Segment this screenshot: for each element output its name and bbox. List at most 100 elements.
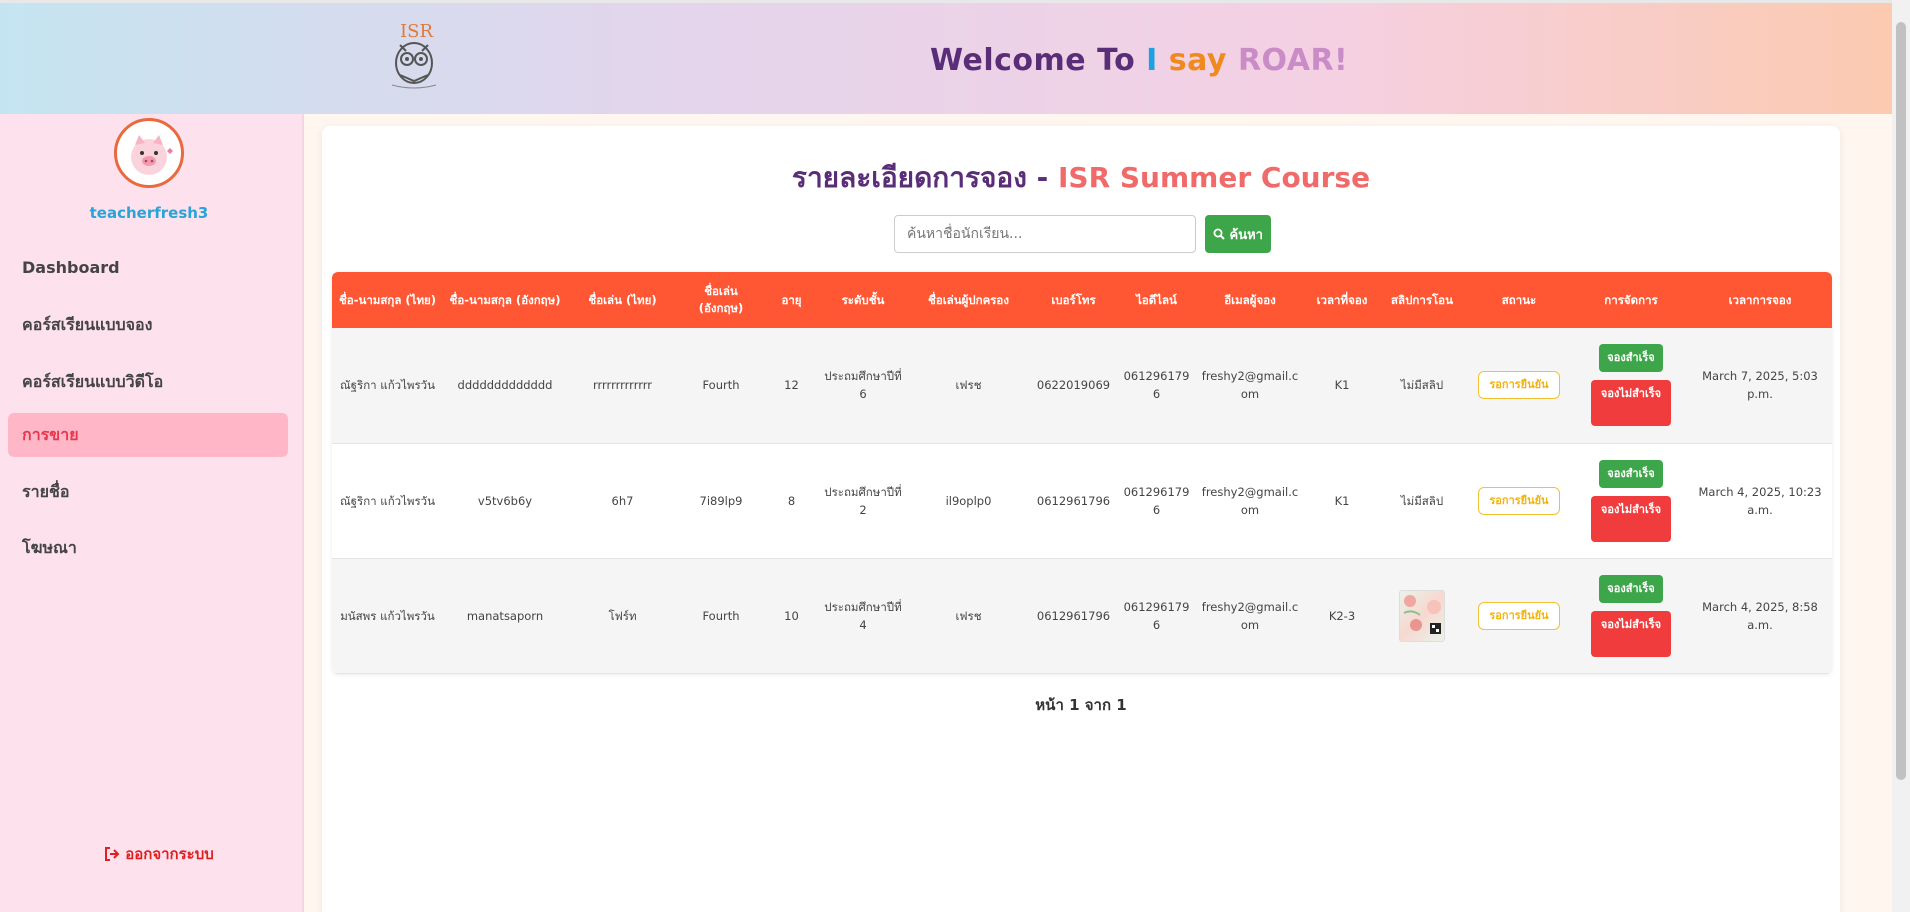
- sidebar-item-booking-courses[interactable]: คอร์สเรียนแบบจอง: [8, 303, 288, 347]
- cell-age: 12: [784, 378, 799, 393]
- welcome-heading: Welcome To I say ROAR!: [930, 43, 1348, 78]
- col-actions: การจัดการ: [1604, 292, 1658, 307]
- cell-slot: K1: [1334, 378, 1350, 393]
- table-row: ณัฐริกา แก้วไพรวัน v5tv6b6y 6h7 7i89lp9 …: [332, 443, 1832, 558]
- col-name-th: ชื่อ-นามสกุล (ไทย): [338, 292, 437, 307]
- cell-slot: K1: [1334, 493, 1350, 508]
- sidebar-item-sales[interactable]: การขาย: [8, 413, 288, 457]
- cell-nick-en: 7i89lp9: [699, 493, 743, 508]
- page-title: รายละเอียดการจอง - ISR Summer Course: [322, 156, 1840, 200]
- cell-level: ประถมศึกษาปีที่ 6: [824, 369, 902, 402]
- search-button[interactable]: ค้นหา: [1205, 215, 1271, 253]
- cell-slip: [1380, 558, 1464, 673]
- col-slip: สลิปการโอน: [1391, 292, 1453, 307]
- welcome-roar: ROAR!: [1237, 43, 1349, 78]
- cell-phone: 0622019069: [1036, 378, 1111, 393]
- isr-logo[interactable]: ISR: [380, 17, 452, 93]
- col-age: อายุ: [781, 292, 802, 307]
- top-header: ISR Welcome To I say ROAR!: [0, 0, 1892, 114]
- cell-booked-at: March 4, 2025, 8:58 a.m.: [1702, 599, 1818, 632]
- cell-email: freshy2@gmail.com: [1201, 369, 1299, 402]
- sidebar-item-names[interactable]: รายชื่อ: [8, 470, 288, 514]
- scrollbar-thumb[interactable]: [1896, 22, 1906, 780]
- cell-line-id: 0612961796: [1123, 599, 1190, 632]
- search-button-label: ค้นหา: [1229, 227, 1263, 243]
- sidebar-item-dashboard[interactable]: Dashboard: [8, 246, 288, 290]
- welcome-say: say: [1157, 43, 1238, 78]
- cell-name-th: มนัสพร แก้วไพรวัน: [340, 608, 435, 623]
- cell-phone: 0612961796: [1036, 493, 1111, 508]
- booking-details-card: รายละเอียดการจอง - ISR Summer Course ค้น…: [322, 126, 1840, 912]
- status-badge: รอการยืนยัน: [1478, 371, 1560, 400]
- cell-nick-en: Fourth: [702, 608, 740, 623]
- cell-nick-th: 6h7: [611, 493, 634, 508]
- col-email: อีเมลผู้จอง: [1224, 292, 1276, 307]
- cell-name-en: manatsaporn: [466, 608, 544, 623]
- cell-actions: จองสำเร็จ จองไม่สำเร็จ: [1574, 443, 1688, 558]
- logout-button[interactable]: ออกจากระบบ: [104, 842, 214, 866]
- table-row: ณัฐริกา แก้วไพรวัน ddddddddddddd rrrrrrr…: [332, 328, 1832, 443]
- booking-table: ชื่อ-นามสกุล (ไทย) ชื่อ-นามสกุล (อังกฤษ)…: [332, 272, 1832, 674]
- col-nick-en: ชื่อเล่น (อังกฤษ): [698, 284, 744, 315]
- logout-label: ออกจากระบบ: [125, 845, 214, 863]
- cell-parent-nick: il9oplp0: [945, 493, 992, 508]
- sign-out-icon: [104, 845, 125, 863]
- username: teacherfresh3: [89, 204, 209, 222]
- avatar[interactable]: [114, 118, 184, 188]
- cell-status: รอการยืนยัน: [1464, 328, 1574, 443]
- welcome-prefix: Welcome To: [930, 43, 1147, 78]
- cell-age: 10: [784, 608, 799, 623]
- col-name-en: ชื่อ-นามสกุล (อังกฤษ): [449, 292, 561, 307]
- cell-booked-at: March 4, 2025, 10:23 a.m.: [1698, 484, 1822, 517]
- table-row: มนัสพร แก้วไพรวัน manatsaporn โฟร์ท Four…: [332, 558, 1832, 673]
- cell-email: freshy2@gmail.com: [1201, 599, 1299, 632]
- cell-age: 8: [787, 493, 796, 508]
- search-icon: [1213, 228, 1230, 243]
- cell-line-id: 0612961796: [1123, 484, 1190, 517]
- col-parent-nick: ชื่อเล่นผู้ปกครอง: [928, 292, 1009, 307]
- cell-actions: จองสำเร็จ จองไม่สำเร็จ: [1574, 328, 1688, 443]
- logo-text: ISR: [400, 21, 433, 42]
- col-slot: เวลาที่จอง: [1316, 292, 1368, 307]
- cell-level: ประถมศึกษาปีที่ 4: [824, 599, 902, 632]
- cell-status: รอการยืนยัน: [1464, 443, 1574, 558]
- pagination-info: หน้า 1 จาก 1: [1035, 696, 1127, 714]
- cell-slip: ไม่มีสลิป: [1400, 493, 1444, 508]
- cell-slot: K2-3: [1328, 608, 1356, 623]
- page-title-prefix: รายละเอียดการจอง -: [791, 161, 1058, 194]
- search-input[interactable]: [894, 215, 1196, 253]
- page-title-course: ISR Summer Course: [1058, 161, 1371, 194]
- page-scrollbar[interactable]: [1892, 0, 1910, 912]
- col-line-id: ไอดีไลน์: [1136, 292, 1177, 307]
- reject-booking-button[interactable]: จองไม่สำเร็จ: [1591, 380, 1671, 427]
- col-phone: เบอร์โทร: [1051, 292, 1096, 307]
- cell-nick-th: rrrrrrrrrrrrr: [592, 378, 653, 393]
- cell-nick-th: โฟร์ท: [608, 608, 637, 623]
- welcome-i: I: [1146, 43, 1158, 78]
- confirm-booking-button[interactable]: จองสำเร็จ: [1599, 344, 1663, 373]
- col-booked-at: เวลาการจอง: [1728, 292, 1792, 307]
- col-nick-th: ชื่อเล่น (ไทย): [588, 292, 657, 307]
- confirm-booking-button[interactable]: จองสำเร็จ: [1599, 459, 1663, 488]
- col-status: สถานะ: [1501, 292, 1537, 307]
- status-badge: รอการยืนยัน: [1478, 601, 1560, 630]
- cell-line-id: 0612961796: [1123, 369, 1190, 402]
- reject-booking-button[interactable]: จองไม่สำเร็จ: [1591, 610, 1671, 657]
- cell-slip: ไม่มีสลิป: [1400, 378, 1444, 393]
- cell-parent-nick: เฟรช: [955, 378, 982, 393]
- sidebar-item-video-courses[interactable]: คอร์สเรียนแบบวิดีโอ: [8, 360, 288, 404]
- reject-booking-button[interactable]: จองไม่สำเร็จ: [1591, 495, 1671, 542]
- cell-name-en: v5tv6b6y: [477, 493, 533, 508]
- payment-slip-image[interactable]: [1399, 589, 1445, 642]
- cell-actions: จองสำเร็จ จองไม่สำเร็จ: [1574, 558, 1688, 673]
- cell-phone: 0612961796: [1036, 608, 1111, 623]
- cell-name-th: ณัฐริกา แก้วไพรวัน: [340, 493, 435, 508]
- cell-nick-en: Fourth: [702, 378, 740, 393]
- confirm-booking-button[interactable]: จองสำเร็จ: [1599, 574, 1663, 603]
- cell-status: รอการยืนยัน: [1464, 558, 1574, 673]
- cell-booked-at: March 7, 2025, 5:03 p.m.: [1702, 369, 1818, 402]
- table-header-row: ชื่อ-นามสกุล (ไทย) ชื่อ-นามสกุล (อังกฤษ)…: [332, 272, 1832, 328]
- sidebar-item-ads[interactable]: โฆษณา: [8, 526, 288, 570]
- sidebar: teacherfresh3 Dashboard คอร์สเรียนแบบจอง…: [0, 114, 304, 912]
- cell-name-en: ddddddddddddd: [457, 378, 553, 393]
